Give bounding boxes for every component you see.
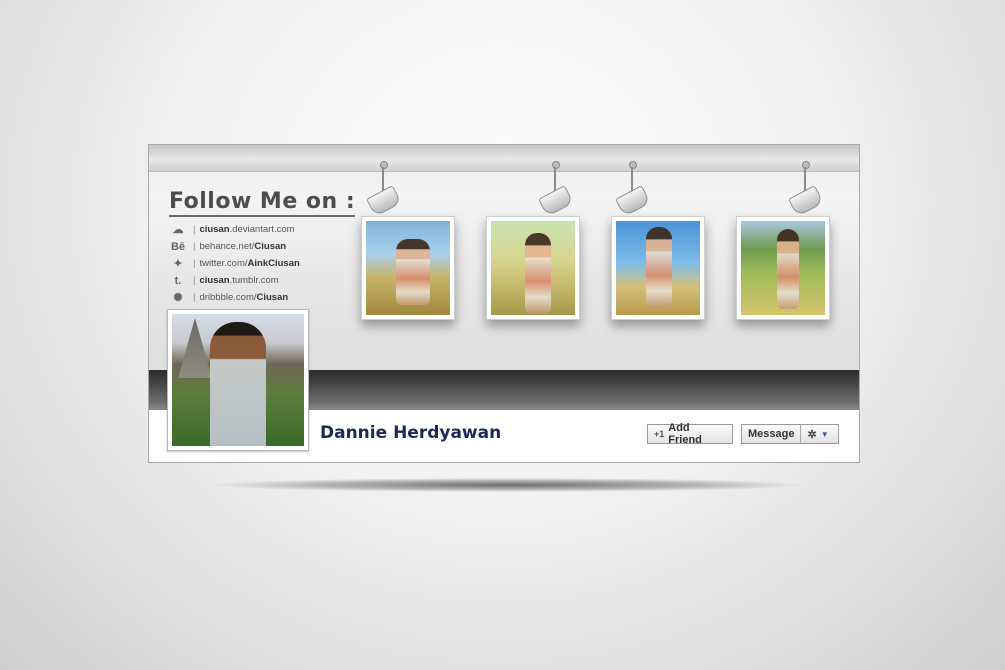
gallery-photo-1[interactable] bbox=[361, 216, 455, 320]
spotlight-lamp bbox=[612, 161, 652, 219]
behance-icon: Bē bbox=[170, 240, 186, 253]
card-shadow bbox=[215, 478, 800, 492]
spotlight-lamp bbox=[363, 161, 403, 219]
add-friend-icon: +1 bbox=[654, 429, 665, 439]
tumblr-icon: t. bbox=[174, 274, 182, 287]
lamp-rail bbox=[149, 145, 859, 172]
gallery-photo-3[interactable] bbox=[611, 216, 705, 320]
add-friend-button[interactable]: +1 Add Friend bbox=[647, 422, 733, 446]
deviantart-icon: ☁ bbox=[172, 224, 184, 236]
chevron-down-icon[interactable]: ▼ bbox=[821, 430, 829, 439]
social-link-twitter[interactable]: ✦ | twitter.com/AinkCiusan bbox=[169, 255, 299, 272]
timeline-cover-card: Follow Me on : ☁ | ciusan .deviantart.com… bbox=[148, 144, 860, 463]
temple-shape bbox=[178, 318, 212, 378]
follow-title: Follow Me on : bbox=[169, 189, 356, 217]
social-link-deviantart[interactable]: ☁ | ciusan .deviantart.com bbox=[169, 221, 300, 238]
social-link-dribbble[interactable]: ✺ | dribbble.com/Ciusan bbox=[169, 289, 300, 306]
spotlight-lamp bbox=[785, 161, 825, 219]
spotlight-lamp bbox=[535, 161, 575, 219]
gallery-photo-4[interactable] bbox=[736, 216, 830, 320]
social-link-behance[interactable]: Bē | behance.net/Ciusan bbox=[169, 238, 300, 255]
gear-icon[interactable]: ✲ bbox=[801, 428, 820, 441]
social-links: ☁ | ciusan .deviantart.com Bē | behance.n… bbox=[169, 221, 300, 306]
message-button[interactable]: Message bbox=[742, 425, 802, 443]
gallery-photo-2[interactable] bbox=[486, 216, 580, 320]
social-link-tumblr[interactable]: t. | ciusan .tumblr.com bbox=[169, 272, 300, 289]
profile-name[interactable]: Dannie Herdyawan bbox=[320, 423, 501, 443]
twitter-icon: ✦ bbox=[173, 258, 183, 270]
message-button-group: Message ✲ ▼ bbox=[741, 424, 839, 444]
person-shape bbox=[210, 322, 266, 446]
dribbble-icon: ✺ bbox=[173, 292, 183, 304]
profile-picture[interactable] bbox=[167, 309, 309, 451]
